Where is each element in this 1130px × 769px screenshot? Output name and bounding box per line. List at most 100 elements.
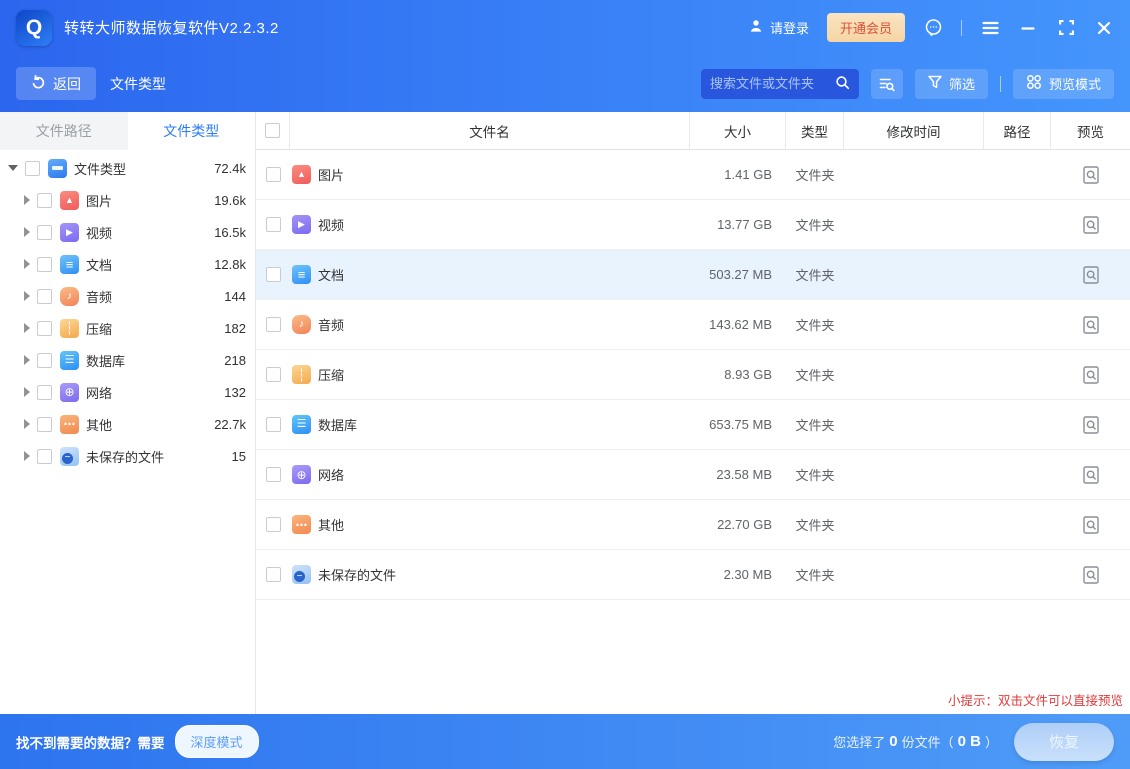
table-row[interactable]: 数据库 653.75 MB 文件夹 bbox=[256, 400, 1130, 450]
header-path[interactable]: 路径 bbox=[984, 112, 1051, 149]
back-button[interactable]: 返回 bbox=[16, 67, 96, 100]
search-icon[interactable] bbox=[835, 75, 850, 93]
caret-icon[interactable] bbox=[24, 291, 30, 301]
tree-item[interactable]: 未保存的文件 15 bbox=[0, 440, 255, 472]
tree-item[interactable]: 其他 22.7k bbox=[0, 408, 255, 440]
tree-item[interactable]: 网络 132 bbox=[0, 376, 255, 408]
caret-icon[interactable] bbox=[24, 323, 30, 333]
tree-checkbox[interactable] bbox=[37, 353, 52, 368]
customer-service-icon[interactable] bbox=[923, 18, 943, 38]
row-checkbox[interactable] bbox=[266, 417, 281, 432]
audio-icon bbox=[292, 315, 311, 334]
file-name: 网络 bbox=[318, 465, 344, 484]
funnel-icon bbox=[928, 75, 942, 92]
caret-icon[interactable] bbox=[24, 387, 30, 397]
close-button[interactable] bbox=[1094, 18, 1114, 38]
preview-icon[interactable] bbox=[1082, 315, 1100, 335]
user-icon bbox=[748, 18, 764, 37]
caret-icon[interactable] bbox=[24, 355, 30, 365]
minimize-button[interactable] bbox=[1018, 18, 1038, 38]
file-name: 未保存的文件 bbox=[318, 565, 396, 584]
list-search-button[interactable] bbox=[871, 69, 903, 99]
row-checkbox[interactable] bbox=[266, 567, 281, 582]
row-checkbox[interactable] bbox=[266, 467, 281, 482]
tree-checkbox[interactable] bbox=[37, 257, 52, 272]
tree-item-label: 视频 bbox=[86, 223, 112, 242]
recover-button[interactable]: 恢复 bbox=[1014, 723, 1114, 761]
tree-checkbox[interactable] bbox=[37, 417, 52, 432]
table-row[interactable]: 文档 503.27 MB 文件夹 bbox=[256, 250, 1130, 300]
caret-icon[interactable] bbox=[8, 165, 18, 171]
file-path bbox=[984, 150, 1051, 199]
maximize-button[interactable] bbox=[1056, 18, 1076, 38]
preview-icon[interactable] bbox=[1082, 465, 1100, 485]
tree-item[interactable]: 压缩 182 bbox=[0, 312, 255, 344]
preview-mode-button[interactable]: 预览模式 bbox=[1013, 69, 1114, 99]
header-modified[interactable]: 修改时间 bbox=[844, 112, 984, 149]
row-checkbox[interactable] bbox=[266, 167, 281, 182]
file-path bbox=[984, 300, 1051, 349]
tree-checkbox[interactable] bbox=[37, 289, 52, 304]
row-checkbox[interactable] bbox=[266, 217, 281, 232]
tree-item[interactable]: 文件类型 72.4k bbox=[0, 152, 255, 184]
search-input[interactable] bbox=[710, 76, 835, 91]
tree-checkbox[interactable] bbox=[37, 225, 52, 240]
select-all-checkbox[interactable] bbox=[265, 123, 280, 138]
row-checkbox[interactable] bbox=[266, 267, 281, 282]
table-row[interactable]: 视频 13.77 GB 文件夹 bbox=[256, 200, 1130, 250]
caret-icon[interactable] bbox=[24, 419, 30, 429]
table-row[interactable]: 其他 22.70 GB 文件夹 bbox=[256, 500, 1130, 550]
table-header: 文件名 大小 类型 修改时间 路径 预览 bbox=[256, 112, 1130, 150]
tree-item[interactable]: 数据库 218 bbox=[0, 344, 255, 376]
deep-mode-button[interactable]: 深度模式 bbox=[175, 725, 259, 758]
search-box[interactable] bbox=[701, 69, 859, 99]
caret-icon[interactable] bbox=[24, 195, 30, 205]
tree-checkbox[interactable] bbox=[25, 161, 40, 176]
file-path bbox=[984, 200, 1051, 249]
caret-icon[interactable] bbox=[24, 259, 30, 269]
filter-button[interactable]: 筛选 bbox=[915, 69, 988, 99]
open-vip-button[interactable]: 开通会员 bbox=[827, 13, 905, 42]
table-row[interactable]: 压缩 8.93 GB 文件夹 bbox=[256, 350, 1130, 400]
preview-icon[interactable] bbox=[1082, 415, 1100, 435]
table-row[interactable]: 音频 143.62 MB 文件夹 bbox=[256, 300, 1130, 350]
preview-icon[interactable] bbox=[1082, 515, 1100, 535]
tree-item[interactable]: 音频 144 bbox=[0, 280, 255, 312]
login-label: 请登录 bbox=[770, 18, 809, 37]
preview-icon[interactable] bbox=[1082, 565, 1100, 585]
tab-file-type[interactable]: 文件类型 bbox=[128, 112, 256, 150]
file-name: 压缩 bbox=[318, 365, 344, 384]
tree-item[interactable]: 图片 19.6k bbox=[0, 184, 255, 216]
table-row[interactable]: 网络 23.58 MB 文件夹 bbox=[256, 450, 1130, 500]
unsaved-icon bbox=[60, 447, 79, 466]
tree-checkbox[interactable] bbox=[37, 385, 52, 400]
audio-icon bbox=[60, 287, 79, 306]
tree-checkbox[interactable] bbox=[37, 321, 52, 336]
breadcrumb: 文件类型 bbox=[110, 74, 166, 94]
file-table-body: 图片 1.41 GB 文件夹 视频 13.77 GB 文件夹 bbox=[256, 150, 1130, 714]
tree-checkbox[interactable] bbox=[37, 449, 52, 464]
tree-item-label: 压缩 bbox=[86, 319, 112, 338]
preview-icon[interactable] bbox=[1082, 265, 1100, 285]
preview-icon[interactable] bbox=[1082, 215, 1100, 235]
header-filename[interactable]: 文件名 bbox=[290, 112, 690, 149]
caret-icon[interactable] bbox=[24, 227, 30, 237]
header-type[interactable]: 类型 bbox=[786, 112, 844, 149]
table-row[interactable]: 未保存的文件 2.30 MB 文件夹 bbox=[256, 550, 1130, 600]
header-size[interactable]: 大小 bbox=[690, 112, 786, 149]
login-button[interactable]: 请登录 bbox=[748, 18, 809, 37]
tree-item[interactable]: 视频 16.5k bbox=[0, 216, 255, 248]
row-checkbox[interactable] bbox=[266, 317, 281, 332]
menu-icon[interactable] bbox=[980, 18, 1000, 38]
tree-item[interactable]: 文档 12.8k bbox=[0, 248, 255, 280]
tree-checkbox[interactable] bbox=[37, 193, 52, 208]
preview-icon[interactable] bbox=[1082, 365, 1100, 385]
header-preview[interactable]: 预览 bbox=[1051, 112, 1130, 149]
caret-icon[interactable] bbox=[24, 451, 30, 461]
tab-file-path[interactable]: 文件路径 bbox=[0, 112, 128, 150]
file-name: 数据库 bbox=[318, 415, 357, 434]
table-row[interactable]: 图片 1.41 GB 文件夹 bbox=[256, 150, 1130, 200]
row-checkbox[interactable] bbox=[266, 367, 281, 382]
row-checkbox[interactable] bbox=[266, 517, 281, 532]
preview-icon[interactable] bbox=[1082, 165, 1100, 185]
